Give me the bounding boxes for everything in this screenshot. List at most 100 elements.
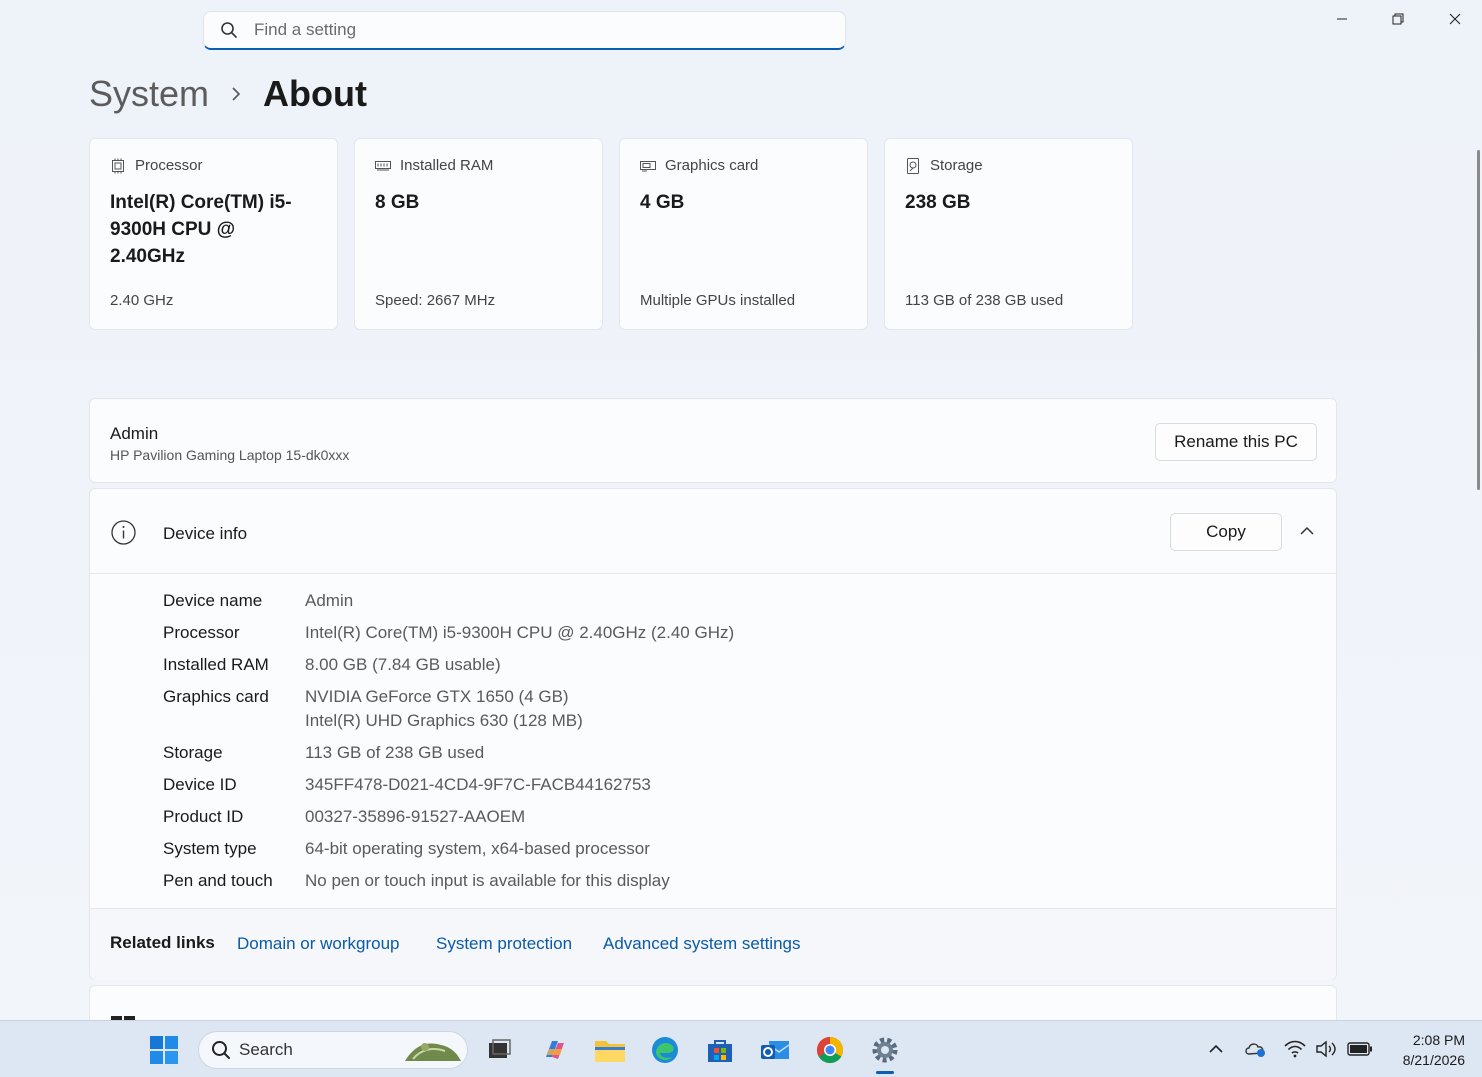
store-icon xyxy=(708,1040,732,1062)
breadcrumb: System About xyxy=(89,72,367,116)
active-app-indicator xyxy=(876,1071,894,1074)
chrome-icon xyxy=(816,1036,844,1064)
processor-icon xyxy=(110,158,126,174)
processor-card-value: Intel(R) Core(TM) i5-9300H CPU @ 2.40GHz xyxy=(110,192,292,267)
pc-model: HP Pavilion Gaming Laptop 15-dk0xxx xyxy=(110,447,350,463)
spec-key: Installed RAM xyxy=(163,655,269,674)
spec-value: 00327-35896-91527-AAOEM xyxy=(305,807,526,826)
spec-key: Device name xyxy=(163,591,263,610)
speaker-icon xyxy=(1316,1040,1336,1058)
ram-card-sub: Speed: 2667 MHz xyxy=(375,292,496,309)
battery-button[interactable] xyxy=(1346,1037,1374,1061)
start-button[interactable] xyxy=(147,1033,181,1067)
minimize-icon xyxy=(1337,18,1347,20)
settings-search-box[interactable] xyxy=(203,11,846,50)
gear-icon xyxy=(872,1037,898,1063)
edge-button[interactable] xyxy=(648,1033,682,1067)
ram-card: Installed RAM 8 GB Speed: 2667 MHz xyxy=(354,138,603,330)
spec-key: Processor xyxy=(163,623,240,642)
graphics-card-card: Graphics card 4 GB Multiple GPUs install… xyxy=(619,138,868,330)
related-links: Related links Domain or workgroup System… xyxy=(90,908,1336,980)
copilot-button[interactable] xyxy=(538,1033,572,1067)
spec-row-system-type: System type 64-bit operating system, x64… xyxy=(163,837,734,861)
rename-pc-button[interactable]: Rename this PC xyxy=(1155,423,1317,461)
outlook-icon xyxy=(761,1041,790,1059)
wifi-icon xyxy=(1284,1040,1306,1058)
network-button[interactable] xyxy=(1283,1037,1307,1061)
system-protection-link[interactable]: System protection xyxy=(436,934,572,954)
spec-row-storage: Storage 113 GB of 238 GB used xyxy=(163,741,734,765)
advanced-system-settings-link[interactable]: Advanced system settings xyxy=(603,934,800,954)
spec-key: Pen and touch xyxy=(163,871,273,890)
processor-card-sub: 2.40 GHz xyxy=(110,292,174,309)
folder-icon xyxy=(595,1041,625,1062)
settings-app-button[interactable] xyxy=(868,1033,902,1067)
device-info-header[interactable]: Device info Copy xyxy=(90,489,1336,574)
restore-button[interactable] xyxy=(1370,0,1426,38)
task-view-icon xyxy=(489,1039,511,1058)
close-icon xyxy=(1449,13,1461,25)
search-icon xyxy=(211,1040,231,1060)
spec-value: No pen or touch input is available for t… xyxy=(305,871,670,890)
edge-icon xyxy=(652,1037,678,1063)
file-explorer-button[interactable] xyxy=(593,1033,627,1067)
chevron-up-icon[interactable] xyxy=(1296,523,1318,539)
device-info-title: Device info xyxy=(163,524,248,543)
store-button[interactable] xyxy=(703,1033,737,1067)
spec-value: Intel(R) Core(TM) i5-9300H CPU @ 2.40GHz… xyxy=(305,623,735,642)
spec-row-graphics-card: Graphics card NVIDIA GeForce GTX 1650 (4… xyxy=(163,685,734,733)
spec-row-processor: Processor Intel(R) Core(TM) i5-9300H CPU… xyxy=(163,621,734,645)
graphics-card-label: Graphics card xyxy=(665,157,759,174)
minimize-button[interactable] xyxy=(1314,0,1370,38)
search-input[interactable] xyxy=(254,20,845,40)
taskbar: Search 2:08 PM 8/21/2026 xyxy=(0,1020,1482,1077)
pc-name: Admin xyxy=(110,424,159,443)
windows-start-icon xyxy=(150,1036,178,1064)
graphics-card-icon xyxy=(640,158,656,174)
onedrive-button[interactable] xyxy=(1244,1037,1268,1061)
copy-button[interactable]: Copy xyxy=(1170,513,1282,551)
spec-value-line: NVIDIA GeForce GTX 1650 (4 GB) xyxy=(305,687,569,706)
storage-card: Storage 238 GB 113 GB of 238 GB used xyxy=(884,138,1133,330)
spec-value: 113 GB of 238 GB used xyxy=(305,743,485,762)
chevron-up-icon xyxy=(1209,1044,1223,1053)
ram-card-label: Installed RAM xyxy=(400,157,494,174)
close-button[interactable] xyxy=(1427,0,1482,38)
domain-or-workgroup-link[interactable]: Domain or workgroup xyxy=(237,934,400,954)
graphics-card-value: 4 GB xyxy=(640,192,685,213)
clock-date: 8/21/2026 xyxy=(1402,1052,1465,1068)
taskbar-clock[interactable]: 2:08 PM 8/21/2026 xyxy=(1385,1030,1465,1070)
search-highlight-icon xyxy=(401,1035,463,1070)
info-icon xyxy=(111,520,136,545)
spec-key: Storage xyxy=(163,743,223,762)
device-info-panel: Device info Copy Device name Admin Proce… xyxy=(89,488,1337,980)
taskbar-search[interactable]: Search xyxy=(198,1031,468,1069)
search-icon xyxy=(220,21,238,39)
storage-card-sub: 113 GB of 238 GB used xyxy=(905,292,1064,309)
spec-key: Device ID xyxy=(163,775,237,794)
battery-icon xyxy=(1347,1042,1372,1056)
graphics-card-sub: Multiple GPUs installed xyxy=(640,292,796,309)
processor-card-label: Processor xyxy=(135,157,203,174)
task-view-button[interactable] xyxy=(482,1033,516,1067)
chrome-button[interactable] xyxy=(813,1033,847,1067)
outlook-button[interactable] xyxy=(758,1033,792,1067)
volume-button[interactable] xyxy=(1314,1037,1338,1061)
chevron-right-icon xyxy=(231,87,241,101)
spec-row-device-id: Device ID 345FF478-D021-4CD4-9F7C-FACB44… xyxy=(163,773,734,797)
spec-value-line: Intel(R) UHD Graphics 630 (128 MB) xyxy=(305,711,583,730)
spec-value: 8.00 GB (7.84 GB usable) xyxy=(305,655,501,674)
cloud-icon xyxy=(1245,1043,1265,1057)
settings-window: System About Processor Intel(R) Core(TM)… xyxy=(0,0,1482,1020)
taskbar-search-label: Search xyxy=(239,1040,293,1059)
spec-row-installed-ram: Installed RAM 8.00 GB (7.84 GB usable) xyxy=(163,653,734,677)
ram-icon xyxy=(375,158,391,174)
pc-name-panel: Admin HP Pavilion Gaming Laptop 15-dk0xx… xyxy=(89,398,1337,483)
clock-time: 2:08 PM xyxy=(1412,1032,1465,1048)
spec-row-pen-and-touch: Pen and touch No pen or touch input is a… xyxy=(163,869,734,893)
storage-icon xyxy=(905,157,921,174)
breadcrumb-system-link[interactable]: System xyxy=(89,73,209,115)
scrollbar-thumb[interactable] xyxy=(1477,150,1480,490)
show-hidden-icons-button[interactable] xyxy=(1204,1037,1228,1061)
spec-value: NVIDIA GeForce GTX 1650 (4 GB) Intel(R) … xyxy=(305,685,583,733)
